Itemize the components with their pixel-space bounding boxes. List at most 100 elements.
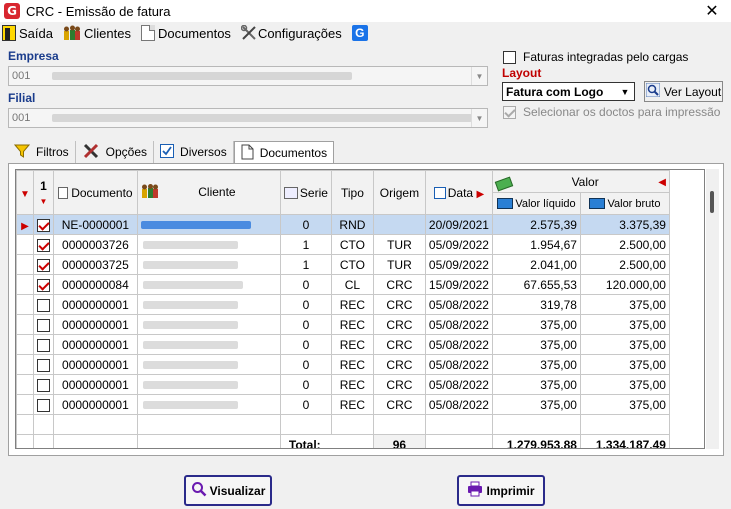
row-checkbox[interactable] — [36, 318, 50, 332]
origem-cell: TUR — [372, 234, 426, 255]
valor-liquido-cell: 319,78 — [491, 294, 581, 315]
valor-bruto-cell: 2.500,00 — [579, 254, 670, 275]
row-checkbox[interactable] — [36, 358, 50, 372]
menu-g-app[interactable]: G — [351, 25, 368, 41]
valor-bruto-column-header[interactable]: Valor bruto — [579, 192, 670, 215]
documents-table: ▼ 1 ▼ Documento Cliente Serie Tipo Orige… — [16, 170, 670, 448]
chevron-down-icon[interactable]: ▼ — [471, 67, 487, 85]
layout-label: Layout — [502, 66, 542, 80]
row-checkbox[interactable] — [36, 398, 50, 412]
table-row[interactable]: 0000000001 0 REC CRC 05/08/2022 375,00 375,00 — [16, 314, 670, 335]
valor-bruto-cell: 375,00 — [579, 354, 670, 375]
filial-select[interactable]: 001 ▼ — [8, 108, 488, 128]
row-checkbox[interactable] — [36, 378, 50, 392]
row-marker — [16, 314, 34, 335]
valor-liquido-column-header[interactable]: Valor líquido — [491, 192, 581, 215]
row-select-cell[interactable] — [32, 314, 54, 335]
documento-column-header[interactable]: Documento — [52, 170, 138, 215]
row-select-cell[interactable] — [32, 294, 54, 315]
imprimir-button[interactable]: Imprimir — [457, 475, 545, 506]
serie-cell: 1 — [279, 254, 332, 275]
check-column-header[interactable]: 1 ▼ — [32, 170, 54, 215]
data-column-header[interactable]: Data ▶ — [424, 170, 493, 215]
row-select-cell[interactable] — [32, 274, 54, 295]
menu-clientes[interactable]: Clientes — [63, 25, 131, 41]
menu-saida[interactable]: Saída — [2, 25, 53, 41]
data-cell: 05/08/2022 — [424, 394, 493, 415]
visualizar-button[interactable]: Visualizar — [184, 475, 272, 506]
tab-documentos[interactable]: Documentos — [233, 141, 335, 164]
total-label: Total: — [279, 434, 374, 448]
row-select-cell[interactable] — [32, 354, 54, 375]
total-valor-liquido: 1.279.953,88 — [491, 434, 581, 448]
valor-column-group-header[interactable]: Valor ◀ — [491, 170, 670, 193]
table-row[interactable]: 0000000001 0 REC CRC 05/08/2022 319,78 375,00 — [16, 294, 670, 315]
row-checkbox[interactable] — [36, 278, 50, 292]
tipo-column-header[interactable]: Tipo — [330, 170, 374, 215]
scrollbar-thumb[interactable] — [710, 191, 714, 213]
faturas-integradas-option[interactable]: Faturas integradas pelo cargas — [503, 50, 688, 64]
tipo-cell: REC — [330, 314, 374, 335]
row-select-cell[interactable] — [32, 394, 54, 415]
empty-row — [16, 414, 670, 435]
document-icon — [58, 187, 69, 200]
tipo-cell: REC — [330, 294, 374, 315]
menu-configuracoes[interactable]: Configurações — [240, 24, 342, 41]
row-marker — [16, 334, 34, 355]
tab-diversos[interactable]: Diversos — [154, 141, 234, 163]
cliente-cell — [136, 334, 281, 355]
serie-column-header[interactable]: Serie — [279, 170, 332, 215]
table-row[interactable]: 0000003725 1 CTO TUR 05/09/2022 2.041,00 2.500… — [16, 254, 670, 275]
origem-cell: CRC — [372, 374, 426, 395]
cliente-cell — [136, 374, 281, 395]
row-checkbox[interactable] — [36, 258, 50, 272]
row-checkbox[interactable] — [36, 238, 50, 252]
row-marker — [16, 374, 34, 395]
cliente-name-redacted — [142, 381, 238, 390]
table-row[interactable]: 0000000001 0 REC CRC 05/08/2022 375,00 375,00 — [16, 354, 670, 375]
filial-code: 001 — [12, 112, 31, 124]
data-cell: 05/08/2022 — [424, 334, 493, 355]
row-select-cell[interactable] — [32, 374, 54, 395]
empresa-name-redacted — [52, 72, 353, 80]
row-checkbox[interactable] — [36, 218, 50, 232]
cliente-name-redacted — [142, 341, 238, 350]
layout-select[interactable]: Fatura com Logo ▼ — [502, 82, 635, 101]
empresa-select[interactable]: 001 ▼ — [8, 66, 488, 86]
table-row[interactable]: 0000000001 0 REC CRC 05/08/2022 375,00 375,00 — [16, 334, 670, 355]
valor-liquido-cell: 375,00 — [491, 334, 581, 355]
vertical-scrollbar[interactable] — [706, 169, 719, 449]
printer-icon — [467, 481, 483, 500]
row-checkbox[interactable] — [36, 338, 50, 352]
menu-documentos[interactable]: Documentos — [140, 25, 231, 41]
valor-liquido-cell: 375,00 — [491, 354, 581, 375]
close-button[interactable]: ✕ — [703, 2, 721, 20]
valor-bruto-cell: 3.375,39 — [579, 214, 670, 235]
origem-column-header[interactable]: Origem — [372, 170, 426, 215]
selecionar-doctos-option: Selecionar os doctos para impressão — [503, 105, 720, 119]
row-select-cell[interactable] — [32, 254, 54, 275]
tipo-cell: REC — [330, 354, 374, 375]
faturas-integradas-checkbox[interactable] — [503, 50, 516, 64]
row-select-cell[interactable] — [32, 234, 54, 255]
table-row[interactable]: 0000003726 1 CTO TUR 05/09/2022 1.954,67 2.500… — [16, 234, 670, 255]
table-row[interactable]: 0000000001 0 REC CRC 05/08/2022 375,00 375,00 — [16, 394, 670, 415]
row-select-cell[interactable] — [32, 214, 54, 235]
table-row[interactable]: 0000000001 0 REC CRC 05/08/2022 375,00 375,00 — [16, 374, 670, 395]
row-marker — [16, 254, 34, 275]
table-row[interactable]: 0000000084 0 CL CRC 15/09/2022 67.655,53 120.0… — [16, 274, 670, 295]
tab-opcoes[interactable]: Opções — [76, 141, 155, 163]
tab-filtros[interactable]: Filtros — [8, 141, 76, 163]
row-select-cell[interactable] — [32, 334, 54, 355]
chevron-down-icon[interactable]: ▼ — [471, 109, 487, 127]
marker-column-header[interactable]: ▼ — [16, 170, 34, 215]
clients-icon — [141, 184, 159, 201]
chevron-down-icon[interactable]: ▼ — [618, 84, 632, 99]
valor-liquido-cell: 2.575,39 — [491, 214, 581, 235]
ver-layout-button[interactable]: Ver Layout — [644, 81, 723, 102]
table-row[interactable]: ▶ NE-0000001 0 RND 20/09/2021 2.575,39 3.375,3… — [16, 214, 670, 235]
tipo-cell: RND — [330, 214, 374, 235]
valor-liquido-cell: 375,00 — [491, 394, 581, 415]
cliente-column-header[interactable]: Cliente — [136, 170, 281, 215]
row-checkbox[interactable] — [36, 298, 50, 312]
